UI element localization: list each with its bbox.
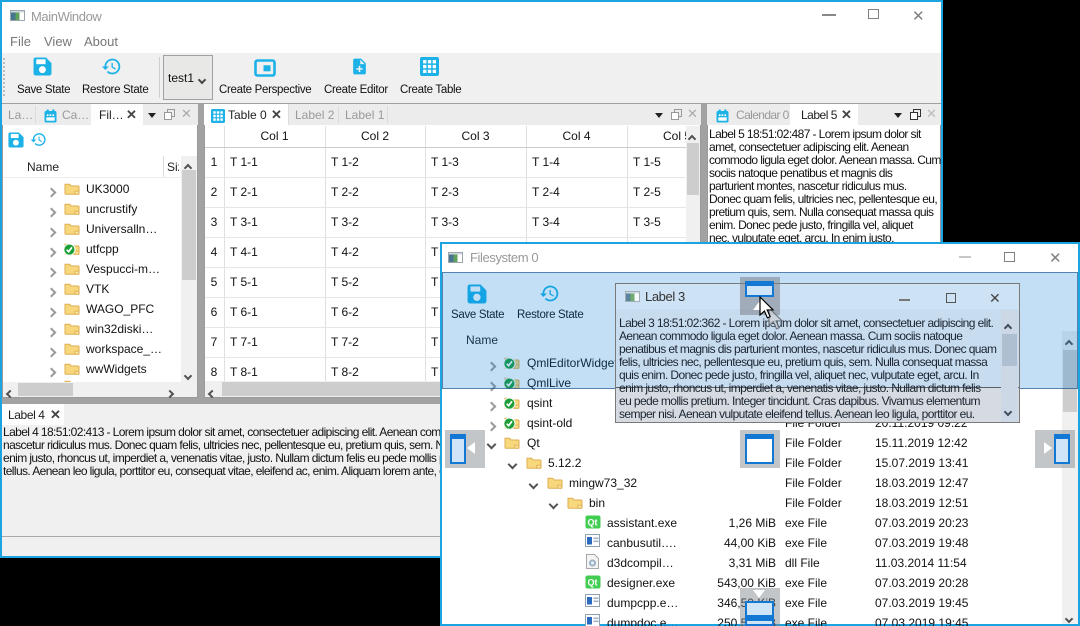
svg-text:Qt: Qt [588, 518, 598, 528]
svg-text:Qt: Qt [588, 578, 598, 588]
